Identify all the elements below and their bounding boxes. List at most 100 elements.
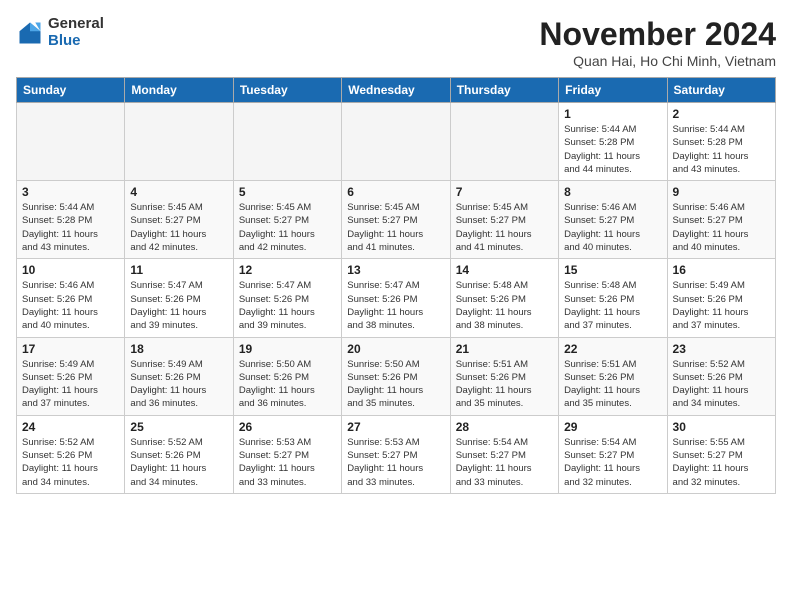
day-detail: Sunrise: 5:44 AM Sunset: 5:28 PM Dayligh…	[673, 123, 770, 176]
calendar-cell: 26 Sunrise: 5:53 AM Sunset: 5:27 PM Dayli…	[233, 415, 341, 493]
day-detail: Sunrise: 5:52 AM Sunset: 5:26 PM Dayligh…	[22, 436, 119, 489]
calendar-cell: 15Sunrise: 5:48 AM Sunset: 5:26 PM Dayli…	[559, 259, 667, 337]
day-detail: Sunrise: 5:48 AM Sunset: 5:26 PM Dayligh…	[456, 279, 553, 332]
day-detail: Sunrise: 5:48 AM Sunset: 5:26 PM Dayligh…	[564, 279, 661, 332]
calendar-cell: 21 Sunrise: 5:51 AM Sunset: 5:26 PM Dayli…	[450, 337, 558, 415]
calendar-cell	[450, 103, 558, 181]
calendar-cell: 5 Sunrise: 5:45 AM Sunset: 5:27 PM Daylig…	[233, 181, 341, 259]
day-number: 5	[239, 185, 336, 199]
day-detail: Sunrise: 5:49 AM Sunset: 5:26 PM Dayligh…	[22, 358, 119, 411]
calendar-cell: 22 Sunrise: 5:51 AM Sunset: 5:26 PM Dayli…	[559, 337, 667, 415]
day-number: 21	[456, 342, 553, 356]
calendar-cell: 7 Sunrise: 5:45 AM Sunset: 5:27 PM Daylig…	[450, 181, 558, 259]
calendar-cell: 25 Sunrise: 5:52 AM Sunset: 5:26 PM Dayli…	[125, 415, 233, 493]
day-detail: Sunrise: 5:45 AM Sunset: 5:27 PM Dayligh…	[456, 201, 553, 254]
day-detail: Sunrise: 5:49 AM Sunset: 5:26 PM Dayligh…	[673, 279, 770, 332]
calendar-header-thursday: Thursday	[450, 78, 558, 103]
day-number: 3	[22, 185, 119, 199]
calendar-cell: 16 Sunrise: 5:49 AM Sunset: 5:26 PM Dayli…	[667, 259, 775, 337]
day-number: 17	[22, 342, 119, 356]
day-detail: Sunrise: 5:46 AM Sunset: 5:26 PM Dayligh…	[22, 279, 119, 332]
day-number: 28	[456, 420, 553, 434]
day-number: 27	[347, 420, 444, 434]
calendar-cell: 13Sunrise: 5:47 AM Sunset: 5:26 PM Dayli…	[342, 259, 450, 337]
calendar-header-row: SundayMondayTuesdayWednesdayThursdayFrid…	[17, 78, 776, 103]
day-detail: Sunrise: 5:52 AM Sunset: 5:26 PM Dayligh…	[130, 436, 227, 489]
day-number: 25	[130, 420, 227, 434]
day-detail: Sunrise: 5:44 AM Sunset: 5:28 PM Dayligh…	[564, 123, 661, 176]
day-number: 22	[564, 342, 661, 356]
calendar-cell: 12Sunrise: 5:47 AM Sunset: 5:26 PM Dayli…	[233, 259, 341, 337]
calendar-header-sunday: Sunday	[17, 78, 125, 103]
calendar-cell: 19Sunrise: 5:50 AM Sunset: 5:26 PM Dayli…	[233, 337, 341, 415]
calendar-cell	[17, 103, 125, 181]
title-block: November 2024 Quan Hai, Ho Chi Minh, Vie…	[539, 16, 776, 69]
calendar-week-row: 3Sunrise: 5:44 AM Sunset: 5:28 PM Daylig…	[17, 181, 776, 259]
calendar-header-tuesday: Tuesday	[233, 78, 341, 103]
day-number: 23	[673, 342, 770, 356]
calendar-cell: 2Sunrise: 5:44 AM Sunset: 5:28 PM Daylig…	[667, 103, 775, 181]
month-title: November 2024	[539, 16, 776, 53]
calendar-header-monday: Monday	[125, 78, 233, 103]
day-number: 10	[22, 263, 119, 277]
day-number: 24	[22, 420, 119, 434]
day-detail: Sunrise: 5:45 AM Sunset: 5:27 PM Dayligh…	[130, 201, 227, 254]
calendar-cell: 3Sunrise: 5:44 AM Sunset: 5:28 PM Daylig…	[17, 181, 125, 259]
day-detail: Sunrise: 5:45 AM Sunset: 5:27 PM Dayligh…	[239, 201, 336, 254]
calendar-cell: 8 Sunrise: 5:46 AM Sunset: 5:27 PM Daylig…	[559, 181, 667, 259]
calendar-cell: 4 Sunrise: 5:45 AM Sunset: 5:27 PM Daylig…	[125, 181, 233, 259]
calendar-header-friday: Friday	[559, 78, 667, 103]
day-number: 1	[564, 107, 661, 121]
day-number: 26	[239, 420, 336, 434]
calendar-cell: 18 Sunrise: 5:49 AM Sunset: 5:26 PM Dayli…	[125, 337, 233, 415]
day-detail: Sunrise: 5:46 AM Sunset: 5:27 PM Dayligh…	[673, 201, 770, 254]
calendar-header-saturday: Saturday	[667, 78, 775, 103]
calendar-cell: 23Sunrise: 5:52 AM Sunset: 5:26 PM Dayli…	[667, 337, 775, 415]
calendar-cell: 9Sunrise: 5:46 AM Sunset: 5:27 PM Daylig…	[667, 181, 775, 259]
day-number: 14	[456, 263, 553, 277]
calendar-cell: 6 Sunrise: 5:45 AM Sunset: 5:27 PM Daylig…	[342, 181, 450, 259]
day-detail: Sunrise: 5:53 AM Sunset: 5:27 PM Dayligh…	[347, 436, 444, 489]
logo-general-text: General	[48, 16, 104, 33]
calendar-week-row: 17 Sunrise: 5:49 AM Sunset: 5:26 PM Dayli…	[17, 337, 776, 415]
day-detail: Sunrise: 5:46 AM Sunset: 5:27 PM Dayligh…	[564, 201, 661, 254]
logo-icon	[16, 19, 44, 47]
day-number: 8	[564, 185, 661, 199]
day-number: 4	[130, 185, 227, 199]
calendar-week-row: 1 Sunrise: 5:44 AM Sunset: 5:28 PM Daylig…	[17, 103, 776, 181]
calendar-cell: 1 Sunrise: 5:44 AM Sunset: 5:28 PM Daylig…	[559, 103, 667, 181]
page-header: General Blue November 2024 Quan Hai, Ho …	[16, 16, 776, 69]
day-number: 30	[673, 420, 770, 434]
day-detail: Sunrise: 5:47 AM Sunset: 5:26 PM Dayligh…	[130, 279, 227, 332]
day-detail: Sunrise: 5:49 AM Sunset: 5:26 PM Dayligh…	[130, 358, 227, 411]
day-detail: Sunrise: 5:51 AM Sunset: 5:26 PM Dayligh…	[456, 358, 553, 411]
calendar-cell	[233, 103, 341, 181]
day-detail: Sunrise: 5:50 AM Sunset: 5:26 PM Dayligh…	[239, 358, 336, 411]
day-number: 7	[456, 185, 553, 199]
calendar-header-wednesday: Wednesday	[342, 78, 450, 103]
calendar-cell: 17 Sunrise: 5:49 AM Sunset: 5:26 PM Dayli…	[17, 337, 125, 415]
day-number: 18	[130, 342, 227, 356]
day-number: 11	[130, 263, 227, 277]
day-detail: Sunrise: 5:51 AM Sunset: 5:26 PM Dayligh…	[564, 358, 661, 411]
day-number: 12	[239, 263, 336, 277]
calendar-cell: 27 Sunrise: 5:53 AM Sunset: 5:27 PM Dayli…	[342, 415, 450, 493]
day-number: 16	[673, 263, 770, 277]
calendar-cell: 30Sunrise: 5:55 AM Sunset: 5:27 PM Dayli…	[667, 415, 775, 493]
location-text: Quan Hai, Ho Chi Minh, Vietnam	[539, 53, 776, 69]
day-detail: Sunrise: 5:53 AM Sunset: 5:27 PM Dayligh…	[239, 436, 336, 489]
calendar-cell: 24 Sunrise: 5:52 AM Sunset: 5:26 PM Dayli…	[17, 415, 125, 493]
day-number: 13	[347, 263, 444, 277]
calendar-table: SundayMondayTuesdayWednesdayThursdayFrid…	[16, 77, 776, 494]
calendar-cell: 11 Sunrise: 5:47 AM Sunset: 5:26 PM Dayli…	[125, 259, 233, 337]
day-detail: Sunrise: 5:50 AM Sunset: 5:26 PM Dayligh…	[347, 358, 444, 411]
day-number: 6	[347, 185, 444, 199]
day-detail: Sunrise: 5:54 AM Sunset: 5:27 PM Dayligh…	[564, 436, 661, 489]
calendar-cell: 29Sunrise: 5:54 AM Sunset: 5:27 PM Dayli…	[559, 415, 667, 493]
day-detail: Sunrise: 5:45 AM Sunset: 5:27 PM Dayligh…	[347, 201, 444, 254]
logo: General Blue	[16, 16, 104, 49]
logo-blue-text: Blue	[48, 33, 104, 50]
day-detail: Sunrise: 5:54 AM Sunset: 5:27 PM Dayligh…	[456, 436, 553, 489]
calendar-cell	[125, 103, 233, 181]
calendar-cell: 28 Sunrise: 5:54 AM Sunset: 5:27 PM Dayli…	[450, 415, 558, 493]
